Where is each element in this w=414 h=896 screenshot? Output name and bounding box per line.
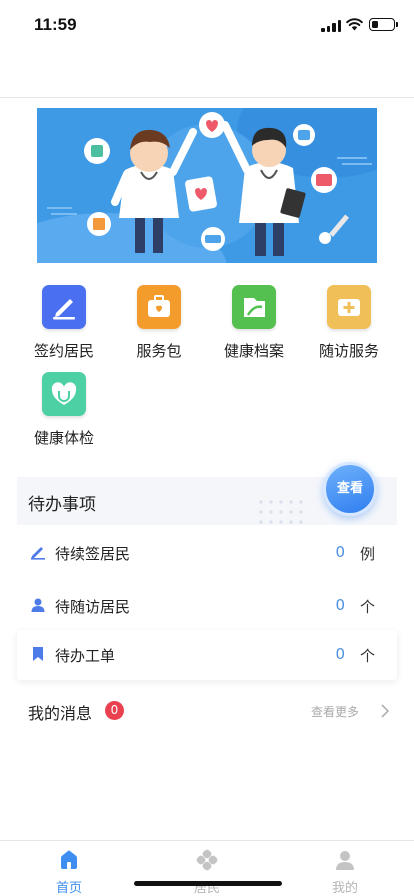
messages-title: 我的消息 — [28, 704, 93, 723]
tab-mine[interactable]: 我的 — [276, 841, 414, 896]
pen-icon — [42, 285, 86, 329]
folder-icon — [232, 285, 276, 329]
grid-label: 健康档案 — [223, 342, 284, 360]
home-indicator[interactable] — [134, 881, 282, 886]
chevron-right-icon[interactable] — [380, 704, 389, 718]
heart-stethoscope-icon — [42, 372, 86, 416]
person-icon — [31, 598, 45, 612]
header-divider — [0, 97, 414, 98]
tab-label: 居民 — [193, 881, 220, 896]
todo-row-renewal-residents[interactable]: 待续签居民 0 例 — [17, 529, 397, 577]
status-bar: 11:59 — [0, 0, 414, 48]
todo-row-follow-up-residents[interactable]: 待随访居民 0 个 — [17, 582, 397, 630]
grid-item-health-checkup[interactable]: 健康体检 — [19, 372, 109, 448]
grid-label: 签约居民 — [33, 342, 94, 360]
grid-item-health-records[interactable]: 健康档案 — [209, 285, 299, 361]
todo-row-unit: 例 — [359, 545, 375, 563]
user-icon — [336, 851, 354, 870]
todo-title: 待办事项 — [28, 495, 96, 515]
view-more-link[interactable]: 查看更多 — [311, 703, 359, 720]
wifi-icon — [346, 18, 363, 31]
todo-row-label: 待续签居民 — [55, 545, 131, 563]
pen-icon — [31, 547, 45, 560]
grid-label: 随访服务 — [318, 342, 379, 360]
grid-label: 服务包 — [136, 342, 182, 360]
syringe-decoration — [319, 214, 350, 244]
grid-item-signing-residents[interactable]: 签约居民 — [19, 285, 109, 361]
todo-row-work-orders[interactable]: 待办工单 0 个 — [17, 630, 397, 680]
tab-bar: 首页 居民 我的 — [0, 840, 414, 896]
tab-residents[interactable]: 居民 — [138, 841, 276, 896]
battery-level — [371, 20, 378, 28]
todo-row-count: 0 — [335, 645, 345, 663]
todo-row-unit: 个 — [359, 647, 375, 665]
grid-item-service-package[interactable]: 服务包 — [114, 285, 204, 361]
todo-row-label: 待办工单 — [55, 647, 116, 665]
todo-row-label: 待随访居民 — [55, 598, 131, 616]
tab-home[interactable]: 首页 — [0, 841, 138, 896]
home-icon — [61, 850, 77, 869]
tab-label: 首页 — [55, 881, 82, 896]
medical-bag-icon — [137, 285, 181, 329]
clover-icon — [196, 849, 218, 871]
doctors-illustration — [37, 108, 377, 263]
status-time: 11:59 — [34, 15, 77, 34]
dot-pattern-decoration — [259, 500, 303, 524]
todo-row-count: 0 — [335, 596, 345, 614]
grid-label: 健康体检 — [33, 429, 94, 447]
todo-row-unit: 个 — [359, 598, 375, 616]
view-button[interactable]: 查看 — [323, 462, 377, 516]
app-screen: 11:59 签约居民 服务包 健康档案 随访服务 健康体检 待办事项 查看 待续… — [0, 0, 414, 896]
tab-label: 我的 — [331, 881, 358, 896]
grid-item-follow-up-service[interactable]: 随访服务 — [304, 285, 394, 361]
battery-icon — [369, 18, 398, 31]
todo-row-count: 0 — [335, 543, 345, 561]
signal-icon — [321, 20, 341, 32]
medical-box-icon — [327, 285, 371, 329]
messages-badge: 0 — [105, 701, 124, 720]
bookmark-icon — [33, 647, 43, 661]
banner-illustration[interactable] — [37, 108, 377, 263]
